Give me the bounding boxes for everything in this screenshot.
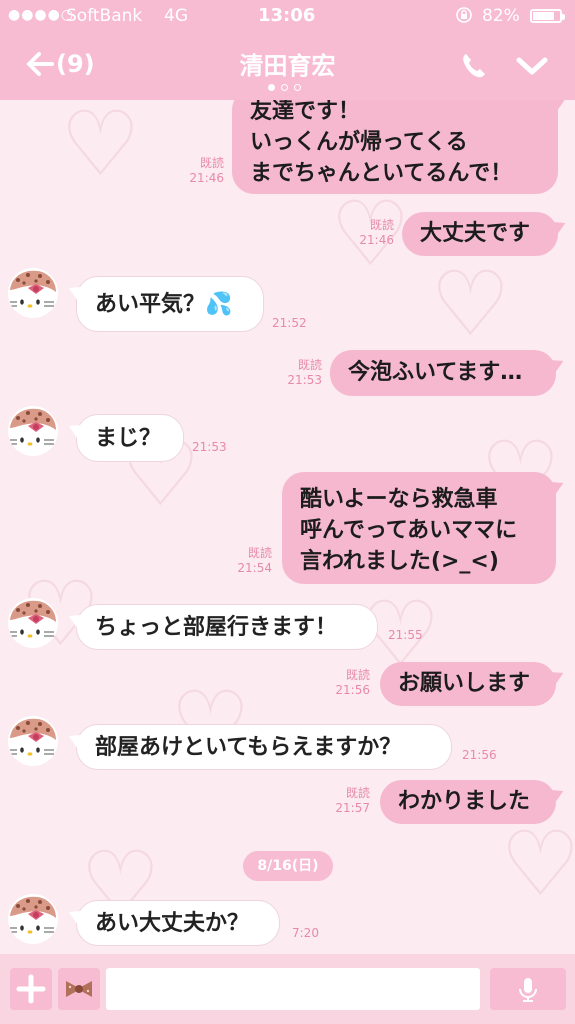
kitty-avatar-icon (8, 894, 58, 944)
message-meta: 既読 21:46 (338, 218, 394, 248)
background-heart: ♡ (60, 100, 141, 197)
message-text: 友達です！ いっくんが帰ってくる までちゃんといてるんで！ (250, 100, 513, 186)
message-time: 21:52 (272, 316, 307, 330)
message-text: お願いします (398, 671, 531, 696)
message-input-bar (0, 954, 575, 1024)
message-time: 21:56 (462, 748, 497, 762)
message-meta: 既読 21:56 (314, 668, 370, 698)
message-bubble-sent[interactable]: 大丈夫です (402, 212, 558, 256)
contact-avatar[interactable] (8, 598, 58, 648)
message-bubble-received[interactable]: まじ？ (76, 414, 184, 462)
kitty-avatar-icon (8, 716, 58, 766)
add-attachment-button[interactable] (10, 968, 52, 1010)
battery-icon (530, 9, 565, 23)
read-receipt: 既読 (297, 358, 322, 372)
read-receipt: 既読 (345, 786, 370, 800)
page-indicator (268, 84, 301, 91)
rotation-lock-icon (455, 6, 473, 29)
page-dot (294, 84, 301, 91)
network-type: 4G (164, 6, 188, 26)
kitty-avatar-icon (8, 598, 58, 648)
message-text: わかりました (398, 789, 531, 814)
message-bubble-sent[interactable]: 今泡ふいてます… (330, 350, 556, 396)
message-text: ちょっと部屋行きます！ (95, 615, 338, 640)
read-receipt: 既読 (247, 546, 272, 560)
message-time: 21:53 (192, 440, 227, 454)
message-text: 部屋あけといてもらえますか？ (95, 735, 402, 760)
message-input[interactable] (106, 968, 480, 1010)
call-button[interactable] (458, 50, 490, 82)
message-text: 今泡ふいてます… (348, 360, 523, 385)
message-meta: 既読 21:53 (266, 358, 322, 388)
chevron-down-icon (516, 57, 548, 75)
message-text: あい平気？💦 (95, 292, 233, 317)
page-dot (281, 84, 288, 91)
carrier-name: SoftBank (66, 6, 143, 26)
signal-strength-icon: ●●●●○ (8, 7, 75, 23)
contact-avatar[interactable] (8, 894, 58, 944)
date-separator: 8/16(日) (243, 851, 333, 881)
message-time: 21:53 (287, 373, 322, 387)
phone-icon (463, 54, 485, 78)
page-dot (268, 84, 275, 91)
microphone-icon (519, 978, 537, 1002)
message-bubble-sent[interactable]: わかりました (380, 780, 556, 824)
menu-toggle-button[interactable] (514, 50, 550, 82)
message-bubble-received[interactable]: あい平気？💦 (76, 276, 264, 332)
message-time: 21:46 (359, 233, 394, 247)
voice-message-button[interactable] (490, 968, 566, 1010)
ribbon-sticker-icon (66, 981, 92, 997)
message-bubble-sent[interactable]: 友達です！ いっくんが帰ってくる までちゃんといてるんで！ (232, 100, 558, 194)
message-time: 21:56 (335, 683, 370, 697)
top-bar: ●●●●○ SoftBank 4G 13:06 82% (9) 清田育宏 (0, 0, 575, 100)
clock: 13:06 (258, 5, 316, 26)
kitty-avatar-icon (8, 406, 58, 456)
sticker-button[interactable] (58, 968, 100, 1010)
message-text: まじ？ (95, 426, 162, 451)
message-text: 酷いよーなら救急車 呼んでってあいママに 言われました(>_<) (300, 487, 518, 574)
message-bubble-sent[interactable]: 酷いよーなら救急車 呼んでってあいママに 言われました(>_<) (282, 472, 556, 584)
contact-avatar[interactable] (8, 406, 58, 456)
message-meta: 既読 21:57 (314, 786, 370, 816)
message-bubble-received[interactable]: 部屋あけといてもらえますか？ (76, 724, 452, 770)
plus-icon (16, 974, 46, 1004)
message-time: 21:55 (388, 628, 423, 642)
background-heart: ♡ (430, 252, 511, 357)
message-time: 7:20 (292, 926, 319, 940)
background-heart: ♡ (500, 812, 575, 917)
battery-fill (533, 12, 554, 20)
message-text: 大丈夫です (420, 221, 531, 246)
contact-avatar[interactable] (8, 716, 58, 766)
message-text: あい大丈夫か？ (95, 911, 250, 936)
read-receipt: 既読 (199, 156, 224, 170)
chat-header: (9) 清田育宏 (0, 32, 575, 100)
read-receipt: 既読 (345, 668, 370, 682)
message-meta: 既読 21:46 (168, 156, 224, 186)
read-receipt: 既読 (369, 218, 394, 232)
message-list[interactable]: ♡ ♡ ♡ ♡ ♡ ♡ ♡ ♡ ♡ ♡ 友達です！ いっくんが帰ってくる までち… (0, 100, 575, 954)
message-bubble-received[interactable]: ちょっと部屋行きます！ (76, 604, 378, 650)
battery-percent: 82% (482, 6, 520, 26)
message-bubble-received[interactable]: あい大丈夫か？ (76, 900, 280, 946)
message-meta: 既読 21:54 (216, 546, 272, 576)
kitty-avatar-icon (8, 268, 58, 318)
contact-avatar[interactable] (8, 268, 58, 318)
message-time: 21:57 (335, 801, 370, 815)
message-bubble-sent[interactable]: お願いします (380, 662, 556, 706)
message-time: 21:54 (237, 561, 272, 575)
message-time: 21:46 (189, 171, 224, 185)
status-bar: ●●●●○ SoftBank 4G 13:06 82% (0, 0, 575, 32)
